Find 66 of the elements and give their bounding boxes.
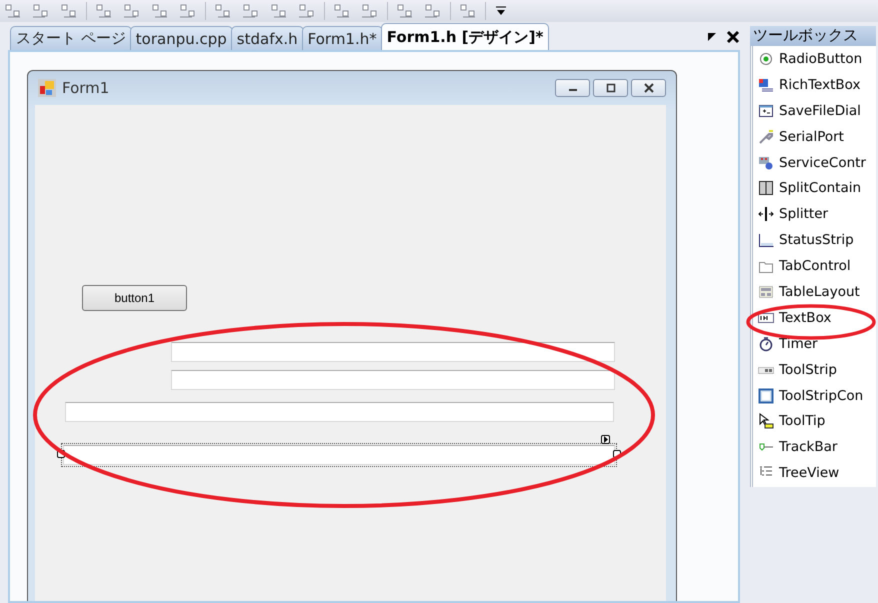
align-icon [32, 3, 50, 19]
form-title: Form1 [62, 79, 110, 97]
document-tab[interactable]: stdafx.h [230, 26, 304, 50]
maximize-button[interactable] [593, 79, 628, 97]
align-icon [151, 3, 169, 19]
document-tab[interactable]: toranpu.cpp [130, 26, 233, 50]
align-icon [424, 3, 442, 19]
status-bar-icon [758, 232, 774, 248]
toolbox-item[interactable]: TrackBar [753, 434, 876, 460]
toolbox-item[interactable]: TabControl [753, 253, 876, 280]
dialog-icon [758, 102, 774, 119]
toolbox-item[interactable]: ToolStrip [753, 356, 876, 383]
toolbox-item[interactable]: SaveFileDial [753, 98, 876, 124]
form-button[interactable]: button1 [82, 285, 187, 311]
toolbox-item[interactable]: ToolStripCon [753, 382, 876, 408]
pointer-icon [758, 413, 774, 430]
plug-icon [758, 128, 774, 145]
toolbox-item[interactable]: SerialPort [753, 124, 876, 150]
table-icon [758, 284, 774, 300]
minimize-button[interactable] [555, 79, 590, 97]
align-icon [333, 3, 351, 19]
align-icon [270, 3, 288, 19]
document-tab[interactable]: Form1.h [デザイン]* [380, 23, 550, 50]
radio-icon [758, 50, 774, 67]
document-tab[interactable]: Form1.h* [302, 26, 383, 50]
toolbox-item[interactable]: SplitContain [753, 175, 876, 202]
toolbox-item[interactable]: TableLayout [753, 279, 876, 305]
toolbox-item[interactable]: ServiceContr [753, 150, 876, 176]
align-icon [4, 3, 22, 19]
align-icon [396, 3, 414, 19]
frame-icon [758, 388, 774, 404]
toolbox-item[interactable]: TreeView [753, 460, 876, 486]
align-icon [95, 3, 113, 19]
toolbox-item[interactable]: Splitter [753, 201, 876, 228]
align-icon [298, 3, 316, 19]
toolbox-item[interactable]: TextBox [753, 304, 876, 331]
toolbox-item[interactable]: RadioButton [753, 46, 876, 72]
document-tab[interactable]: スタート ページ [10, 26, 132, 50]
document-icon [758, 76, 774, 93]
text-box[interactable] [65, 402, 614, 422]
caret-icon [495, 6, 507, 16]
align-icon [214, 3, 232, 19]
smart-tag-button[interactable] [601, 435, 610, 444]
close-icon [642, 83, 654, 93]
toolbox-item[interactable]: ToolTip [753, 408, 876, 434]
align-icon [242, 3, 260, 19]
align-icon [361, 3, 379, 19]
toolbox-title: ツールボックス [750, 26, 876, 46]
stopwatch-icon [758, 336, 774, 352]
panel-icon [758, 180, 774, 196]
text-box[interactable] [171, 370, 615, 390]
align-icon [179, 3, 197, 19]
toolbox-item[interactable]: Timer [753, 330, 876, 357]
align-icon [60, 3, 78, 19]
close-button[interactable] [631, 79, 666, 97]
close-icon[interactable] [726, 30, 740, 44]
maximize-icon [606, 83, 616, 93]
toolbox-item[interactable]: StatusStrip [753, 227, 876, 254]
dropdown-icon[interactable] [708, 33, 716, 41]
text-box[interactable] [171, 342, 615, 362]
splitter-icon [758, 206, 774, 222]
align-icon [123, 3, 141, 19]
align-icon [459, 3, 477, 19]
form-icon [38, 79, 56, 97]
arrow-icon [602, 436, 609, 443]
toolbox-item[interactable]: RichTextBox [753, 72, 876, 98]
